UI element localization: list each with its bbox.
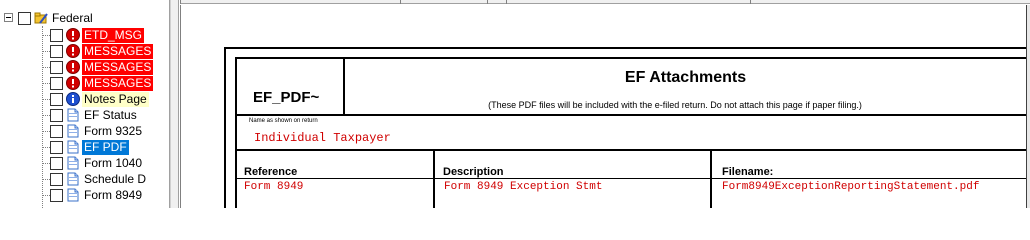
ruler-tick — [180, 0, 181, 4]
tree-item-checkbox[interactable] — [50, 188, 63, 202]
federal-checkbox[interactable] — [18, 11, 31, 25]
tree-item[interactable]: MESSAGES — [50, 59, 154, 75]
error-icon — [66, 76, 80, 90]
tree-item-checkbox[interactable] — [50, 124, 63, 138]
ruler-tick — [487, 0, 488, 4]
tree-root-label: Federal — [52, 10, 93, 25]
row-reference-cell[interactable]: Form 8949 — [244, 181, 303, 193]
tree-item[interactable]: EF PDF — [50, 139, 129, 155]
divider — [235, 114, 1026, 116]
tree-item-checkbox[interactable] — [50, 172, 63, 186]
row-description-cell[interactable]: Form 8949 Exception Stmt — [444, 181, 602, 193]
document-icon — [66, 140, 80, 154]
row-filename-cell[interactable]: Form8949ExceptionReportingStatement.pdf — [722, 181, 979, 193]
view-edge — [1026, 5, 1030, 208]
error-icon — [66, 60, 80, 74]
document-icon — [66, 124, 80, 138]
column-header-filename: Filename: — [722, 166, 774, 178]
tree-item[interactable]: ETD_MSG — [50, 27, 145, 43]
navigation-tree: Federal ETD_MSG MESSAGES MESSAGES MESSAGES N… — [0, 0, 170, 208]
tree-item-checkbox[interactable] — [50, 44, 63, 58]
form-id: EF_PDF~ — [253, 89, 320, 106]
document-icon — [66, 108, 80, 122]
tree-item-checkbox[interactable] — [50, 92, 63, 106]
form-title: EF Attachments — [624, 69, 747, 86]
tree-item-label: EF PDF — [82, 139, 129, 155]
tree-item[interactable]: MESSAGES — [50, 43, 154, 59]
tree-item[interactable]: MESSAGES — [50, 75, 154, 91]
tree-item-checkbox[interactable] — [50, 60, 63, 74]
tree-root-federal[interactable]: Federal — [18, 10, 95, 26]
tree-item-label: MESSAGES — [82, 75, 154, 91]
document-icon — [66, 156, 80, 170]
tree-item-checkbox[interactable] — [50, 108, 63, 122]
tree-item-label: Form 9325 — [84, 123, 143, 138]
tree-item-label: Form 1040 — [84, 155, 143, 170]
tree-scrollbar[interactable] — [170, 0, 179, 208]
collapse-toggle[interactable] — [4, 13, 13, 22]
ruler-tick — [400, 0, 401, 4]
folder-pencil-icon — [34, 11, 48, 25]
tree-item-label: Notes Page — [82, 91, 149, 107]
document-icon — [66, 172, 80, 186]
tree-item-label: MESSAGES — [82, 43, 154, 59]
tree-item-checkbox[interactable] — [50, 156, 63, 170]
error-icon — [66, 28, 80, 42]
document-icon — [66, 188, 80, 202]
form-subtitle: (These PDF files will be included with t… — [488, 100, 862, 110]
tree-item[interactable]: Form 9325 — [50, 123, 144, 139]
tree-guide-line — [42, 26, 43, 208]
info-icon — [66, 92, 80, 106]
tree-item-label: Schedule D — [84, 171, 147, 186]
tree-item[interactable]: Form 1040 — [50, 155, 144, 171]
name-caption: Name as shown on return — [249, 118, 318, 124]
header-divider — [235, 178, 1026, 179]
column-header-description: Description — [443, 166, 504, 178]
ruler-tick — [750, 0, 751, 4]
tree-item-label: ETD_MSG — [82, 27, 145, 43]
taxpayer-name-field[interactable]: Individual Taxpayer — [254, 131, 391, 145]
tree-item[interactable]: Notes Page — [50, 91, 149, 107]
divider — [235, 149, 1026, 151]
tree-item-checkbox[interactable] — [50, 140, 63, 154]
error-icon — [66, 44, 80, 58]
tree-item[interactable]: EF Status — [50, 107, 139, 123]
tree-item-label: EF Status — [84, 107, 137, 122]
ruler-tick — [506, 0, 507, 4]
tree-item-label: MESSAGES — [82, 59, 154, 75]
tree-item-checkbox[interactable] — [50, 76, 63, 90]
column-header-reference: Reference — [244, 166, 298, 178]
tree-item-checkbox[interactable] — [50, 28, 63, 42]
ruler — [180, 0, 1030, 4]
tree-item[interactable]: Form 8949 — [50, 187, 144, 203]
tree-item-label: Form 8949 — [84, 187, 143, 202]
tree-item[interactable]: Schedule D — [50, 171, 148, 187]
